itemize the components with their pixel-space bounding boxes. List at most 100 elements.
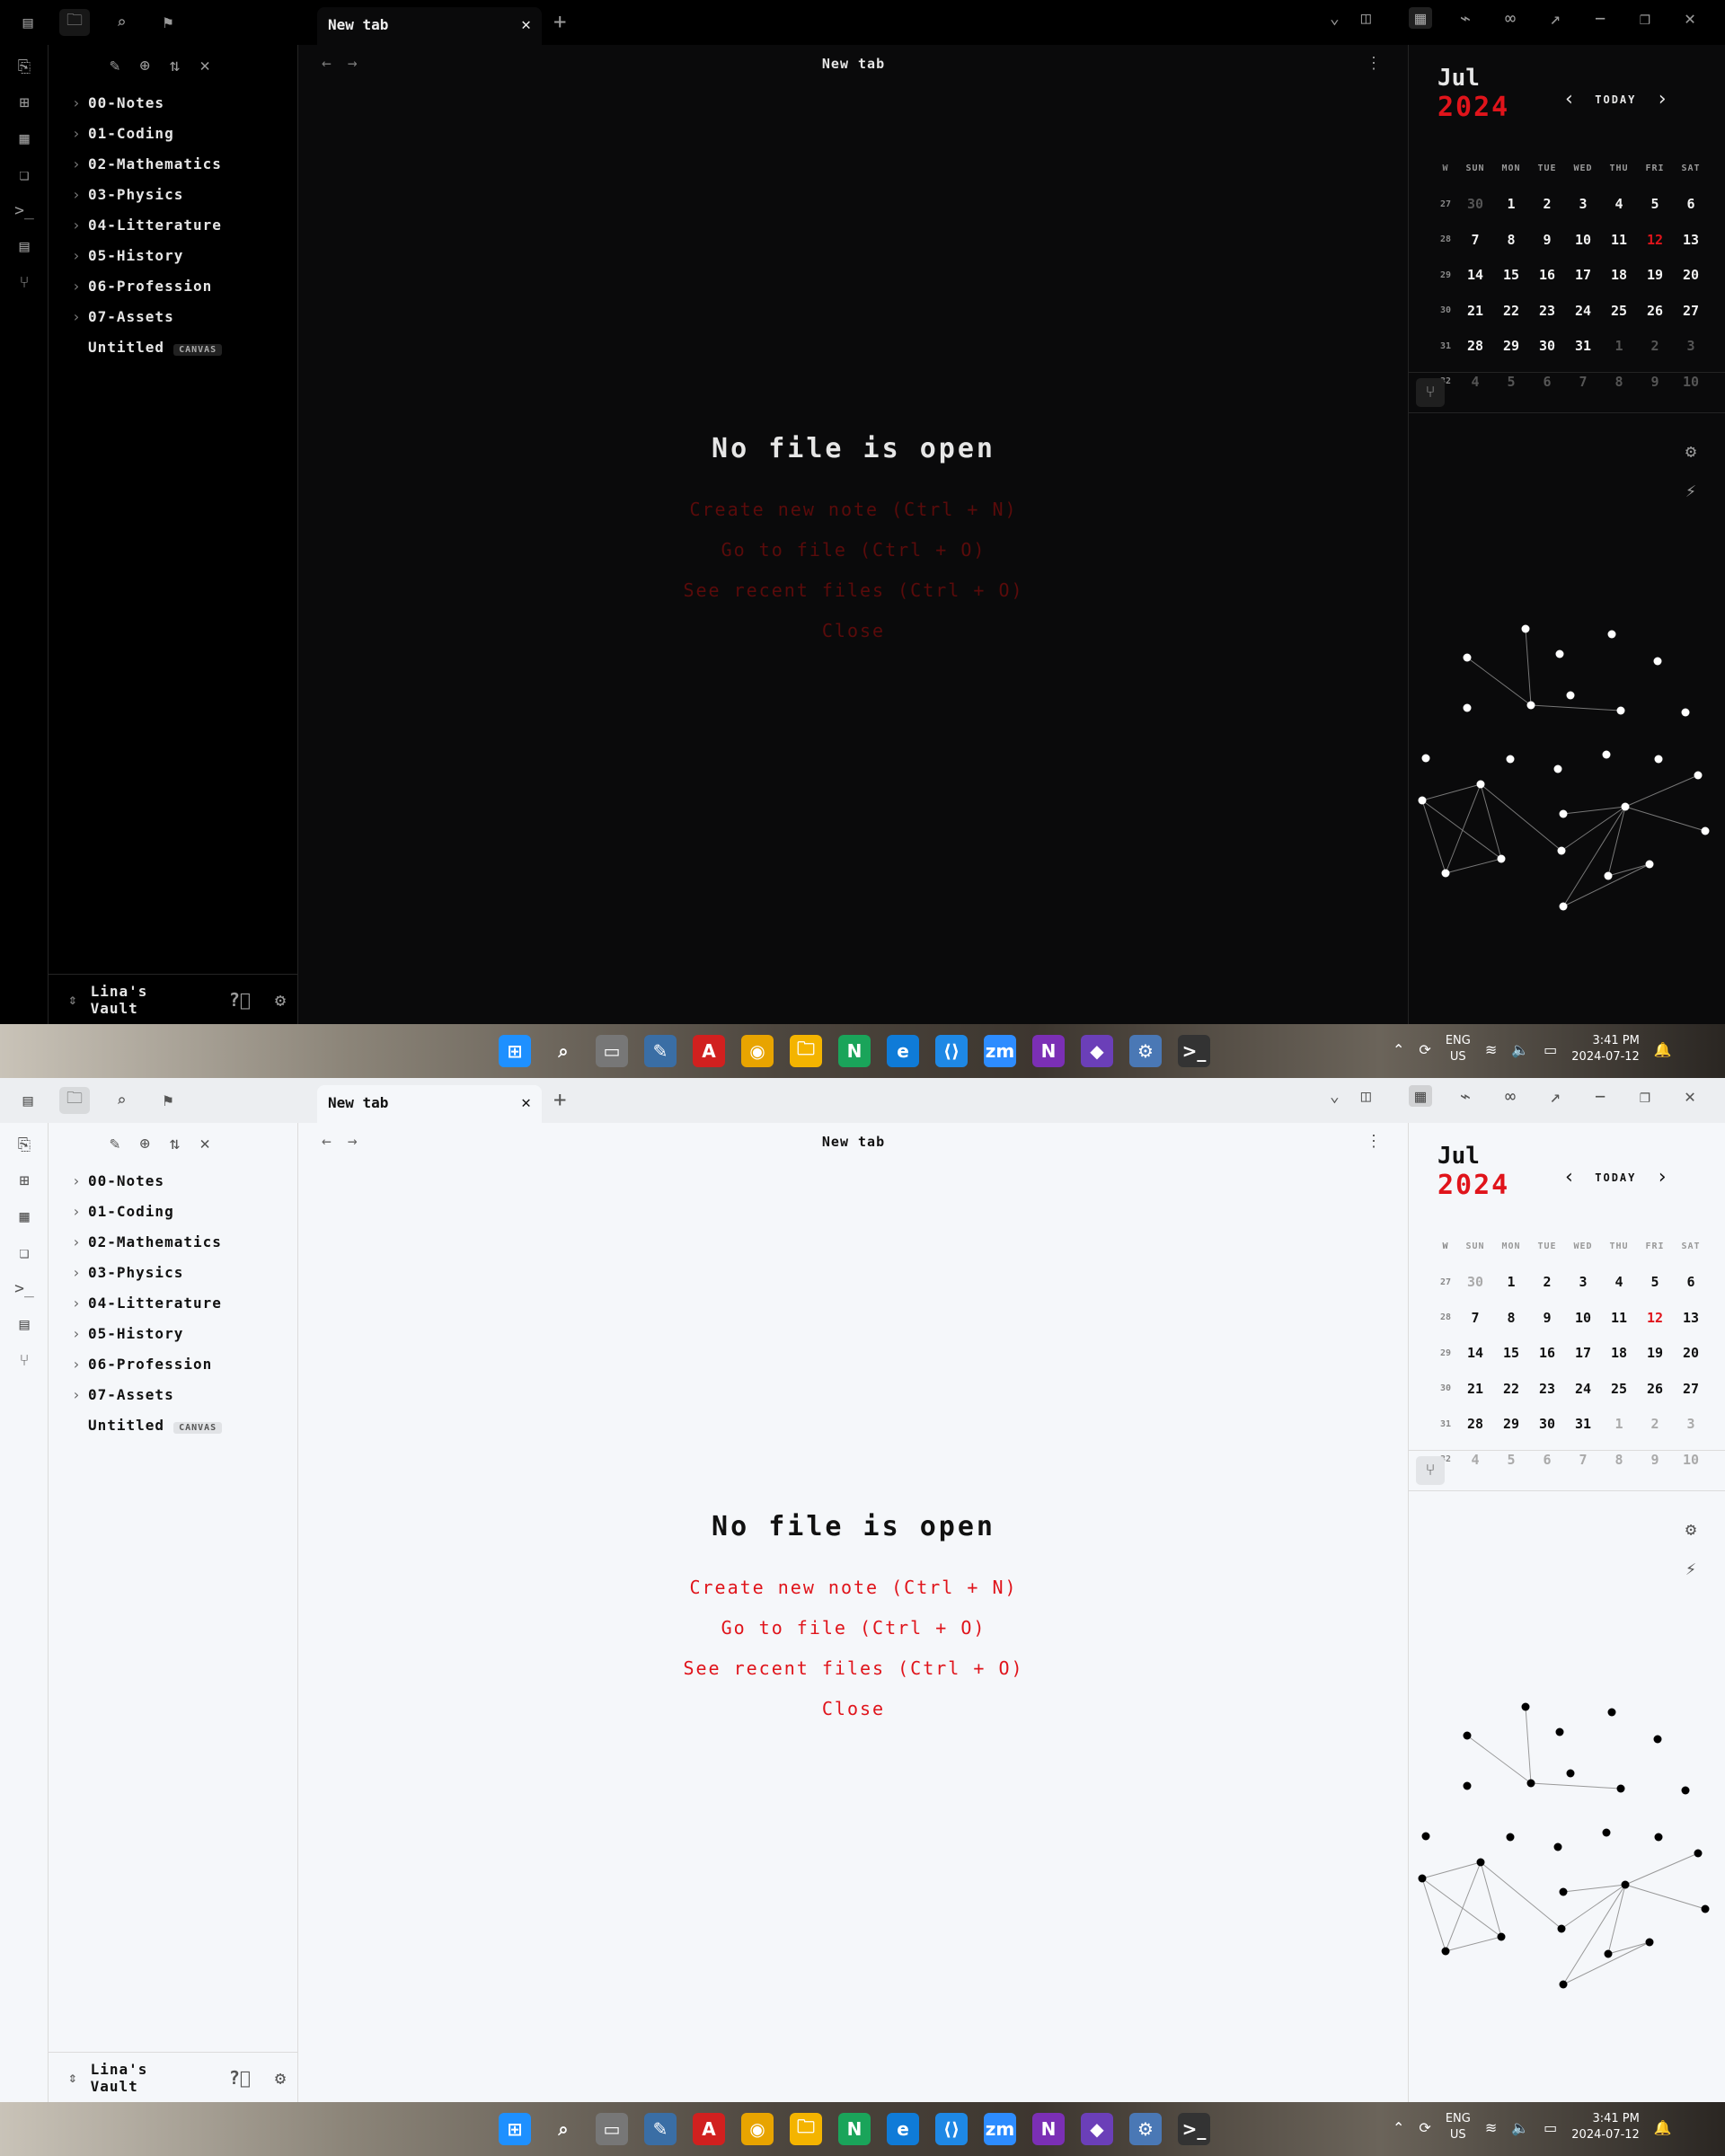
graph-node[interactable]	[1559, 902, 1568, 911]
graph-node[interactable]	[1566, 1769, 1575, 1778]
minimize-icon[interactable]: −	[1588, 7, 1612, 29]
toggle-sidebar-icon[interactable]: ▤	[13, 1087, 43, 1114]
calendar-day[interactable]: 8	[1493, 1310, 1529, 1326]
graph-node[interactable]	[1463, 703, 1472, 712]
more-options-icon[interactable]: ⋮	[1366, 1132, 1382, 1151]
calendar-day[interactable]: 24	[1565, 303, 1601, 319]
calendar-day[interactable]: 14	[1457, 1345, 1493, 1361]
graph-node[interactable]	[1506, 1833, 1515, 1842]
graph-node[interactable]	[1602, 750, 1611, 759]
new-folder-icon[interactable]: ⊕	[139, 56, 149, 75]
new-tab-button[interactable]: +	[553, 9, 566, 34]
calendar-week-number[interactable]: 29	[1434, 1348, 1457, 1358]
volume-icon[interactable]: 🔈	[1511, 2119, 1529, 2136]
close-link[interactable]: Close	[298, 1698, 1409, 1738]
taskbar-settings-icon[interactable]: ⚙	[1129, 1035, 1162, 1067]
calendar-day[interactable]: 4	[1601, 196, 1637, 212]
chevron-down-icon[interactable]: ⌄	[1330, 1087, 1340, 1106]
graph-node[interactable]	[1421, 1832, 1430, 1841]
taskbar-onenote-icon[interactable]: N	[1032, 2113, 1065, 2145]
new-note-icon[interactable]: ✎	[110, 56, 119, 75]
folder-item[interactable]: › 02-Mathematics	[49, 149, 297, 180]
vault-switcher[interactable]: ⇕ Lina's Vault ?⃝ ⚙	[49, 974, 297, 1024]
graph-node[interactable]	[1645, 1938, 1654, 1947]
chevron-down-icon[interactable]: ⌄	[1330, 9, 1340, 28]
taskbar-search-icon[interactable]: ⌕	[547, 1035, 579, 1067]
calendar-day[interactable]: 28	[1457, 338, 1493, 354]
new-note-icon[interactable]: ✎	[110, 1134, 119, 1153]
search-icon[interactable]: ⌕	[106, 1087, 137, 1114]
graph-node[interactable]	[1476, 780, 1485, 789]
help-icon[interactable]: ?⃝	[229, 2067, 252, 2089]
prev-month-icon[interactable]: ‹	[1563, 1166, 1575, 1188]
sync-icon[interactable]: ⟳	[1419, 2119, 1430, 2136]
help-icon[interactable]: ?⃝	[229, 989, 252, 1011]
right-sidebar-toggle-icon[interactable]: ◫	[1361, 9, 1371, 28]
taskbar-notion-like-icon[interactable]: N	[838, 1035, 871, 1067]
calendar-day[interactable]: 12	[1637, 232, 1673, 248]
folder-item[interactable]: › 06-Profession	[49, 271, 297, 302]
calendar-day[interactable]: 9	[1529, 1310, 1565, 1326]
graph-view-icon[interactable]: ⑂	[1416, 378, 1445, 407]
graph-node[interactable]	[1555, 649, 1564, 658]
taskbar-acrobat-icon[interactable]: A	[693, 2113, 725, 2145]
sort-icon[interactable]: ⇅	[170, 1134, 180, 1153]
search-icon[interactable]: ⌕	[106, 9, 137, 36]
calendar-week-number[interactable]: 28	[1434, 234, 1457, 244]
calendar-day[interactable]: 30	[1529, 338, 1565, 354]
taskbar-chrome-icon[interactable]: ◉	[741, 1035, 774, 1067]
calendar-week-number[interactable]: 27	[1434, 1277, 1457, 1287]
language-indicator[interactable]: ENG US	[1446, 2111, 1471, 2143]
graph-node[interactable]	[1694, 1849, 1703, 1858]
graph-view-icon[interactable]: ⑂	[1416, 1456, 1445, 1485]
vault-switcher[interactable]: ⇕ Lina's Vault ?⃝ ⚙	[49, 2052, 297, 2102]
calendar-day[interactable]: 27	[1673, 303, 1709, 319]
tags-icon[interactable]: ⌁	[1454, 7, 1477, 29]
next-month-icon[interactable]: ›	[1656, 88, 1668, 110]
more-options-icon[interactable]: ⋮	[1366, 54, 1382, 73]
calendar-week-number[interactable]: 30	[1434, 305, 1457, 315]
calendar-day[interactable]: 27	[1673, 1381, 1709, 1397]
open-note-icon[interactable]: ⎘	[0, 1135, 49, 1159]
link-icon[interactable]: ∞	[1499, 1085, 1522, 1107]
calendar-day[interactable]: 22	[1493, 1381, 1529, 1397]
calendar-day[interactable]: 30	[1457, 196, 1493, 212]
graph-node[interactable]	[1621, 1880, 1630, 1889]
notification-bell-icon[interactable]: 🔔	[1654, 2119, 1672, 2136]
folder-item[interactable]: › 01-Coding	[49, 1197, 297, 1227]
taskbar-vscode-icon[interactable]: ⟨⟩	[935, 2113, 968, 2145]
link-icon[interactable]: ∞	[1499, 7, 1522, 29]
taskbar-onenote-icon[interactable]: N	[1032, 1035, 1065, 1067]
today-button[interactable]: TODAY	[1595, 1171, 1636, 1184]
bookmark-icon[interactable]: ⚑	[153, 1087, 183, 1114]
prev-month-icon[interactable]: ‹	[1563, 88, 1575, 110]
sync-icon[interactable]: ⟳	[1419, 1041, 1430, 1058]
wifi-icon[interactable]: ≋	[1485, 2119, 1497, 2136]
calendar-day[interactable]: 14	[1457, 267, 1493, 283]
calendar-day[interactable]: 19	[1637, 1345, 1673, 1361]
calendar-day[interactable]: 10	[1565, 232, 1601, 248]
file-item-untitled-canvas[interactable]: Untitled CANVAS	[49, 1410, 297, 1441]
calendar-day[interactable]: 30	[1529, 1416, 1565, 1432]
calendar-day[interactable]: 31	[1565, 338, 1601, 354]
taskbar-search-icon[interactable]: ⌕	[547, 2113, 579, 2145]
graph-node[interactable]	[1521, 624, 1530, 633]
battery-icon[interactable]: ▭	[1544, 1041, 1557, 1058]
calendar-day[interactable]: 2	[1529, 1274, 1565, 1290]
clock[interactable]: 3:41 PM 2024-07-12	[1571, 2111, 1640, 2143]
graph-node[interactable]	[1476, 1858, 1485, 1867]
create-new-note-link[interactable]: Create new note (Ctrl + N)	[298, 1577, 1409, 1617]
calendar-day[interactable]: 3	[1673, 338, 1709, 354]
taskbar-file-explorer-icon[interactable]: ▭	[596, 2113, 628, 2145]
folder-item[interactable]: › 01-Coding	[49, 119, 297, 149]
graph-node[interactable]	[1559, 1980, 1568, 1989]
taskbar-terminal-icon[interactable]: >_	[1178, 2113, 1210, 2145]
calendar-icon[interactable]: ▦	[1409, 1085, 1432, 1107]
animate-wand-icon[interactable]: ⚡	[1685, 1558, 1696, 1579]
copy-icon[interactable]: ❏	[0, 1243, 49, 1267]
volume-icon[interactable]: 🔈	[1511, 1041, 1529, 1058]
tab-new[interactable]: New tab ✕	[317, 1085, 542, 1123]
canvas-icon[interactable]: ⊞	[0, 93, 49, 117]
clock[interactable]: 3:41 PM 2024-07-12	[1571, 1033, 1640, 1065]
notification-bell-icon[interactable]: 🔔	[1654, 1041, 1672, 1058]
